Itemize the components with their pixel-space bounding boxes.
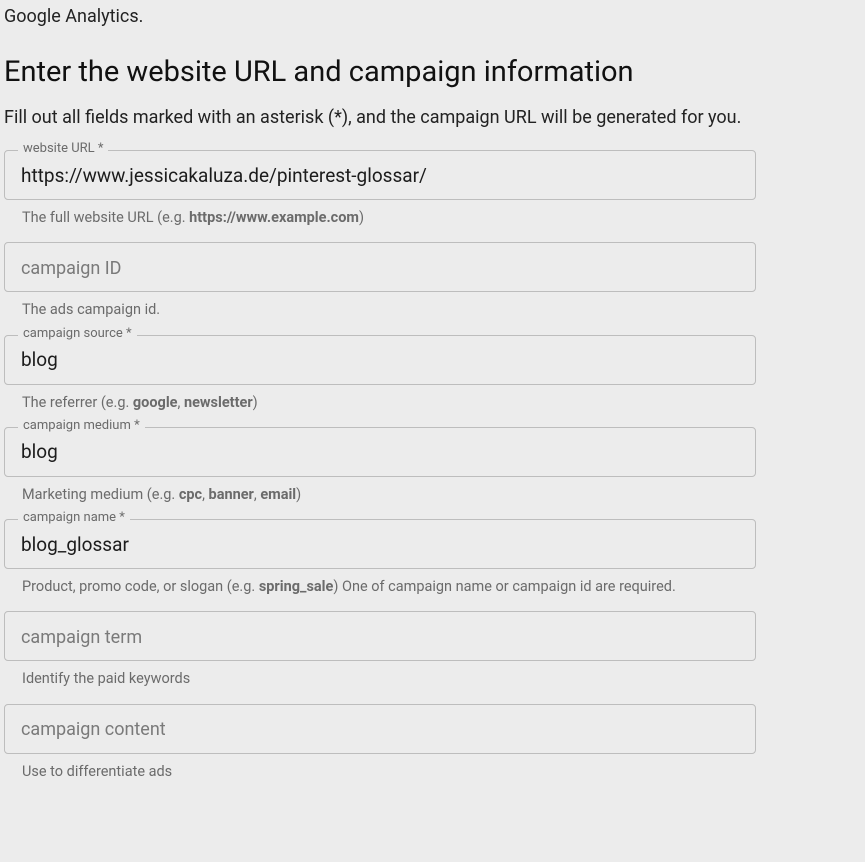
field-group-campaign-source: campaign source * The referrer (e.g. goo… — [4, 335, 756, 413]
label-campaign-medium: campaign medium * — [18, 419, 145, 432]
field-group-website-url: website URL * The full website URL (e.g.… — [4, 150, 756, 228]
input-campaign-id[interactable] — [4, 242, 756, 292]
input-campaign-term[interactable] — [4, 611, 756, 661]
helper-website-url: The full website URL (e.g. https://www.e… — [4, 200, 756, 228]
input-campaign-source[interactable] — [4, 335, 756, 385]
field-group-campaign-id: The ads campaign id. — [4, 242, 756, 320]
input-campaign-content[interactable] — [4, 704, 756, 754]
top-context-text: Google Analytics. — [4, 6, 861, 27]
helper-campaign-medium: Marketing medium (e.g. cpc, banner, emai… — [4, 477, 756, 505]
helper-campaign-name: Product, promo code, or slogan (e.g. spr… — [4, 569, 756, 597]
helper-campaign-term: Identify the paid keywords — [4, 661, 756, 689]
label-website-url: website URL * — [18, 142, 108, 155]
input-campaign-name[interactable] — [4, 519, 756, 569]
helper-campaign-content: Use to differentiate ads — [4, 754, 756, 782]
field-group-campaign-name: campaign name * Product, promo code, or … — [4, 519, 756, 597]
input-campaign-medium[interactable] — [4, 427, 756, 477]
label-campaign-source: campaign source * — [18, 327, 137, 340]
field-group-campaign-medium: campaign medium * Marketing medium (e.g.… — [4, 427, 756, 505]
campaign-url-form: website URL * The full website URL (e.g.… — [4, 150, 756, 782]
field-group-campaign-term: Identify the paid keywords — [4, 611, 756, 689]
helper-campaign-source: The referrer (e.g. google, newsletter) — [4, 385, 756, 413]
label-campaign-name: campaign name * — [18, 511, 130, 524]
page-subheading: Fill out all fields marked with an aster… — [4, 107, 861, 128]
page-heading: Enter the website URL and campaign infor… — [4, 55, 861, 89]
helper-campaign-id: The ads campaign id. — [4, 292, 756, 320]
field-group-campaign-content: Use to differentiate ads — [4, 704, 756, 782]
input-website-url[interactable] — [4, 150, 756, 200]
